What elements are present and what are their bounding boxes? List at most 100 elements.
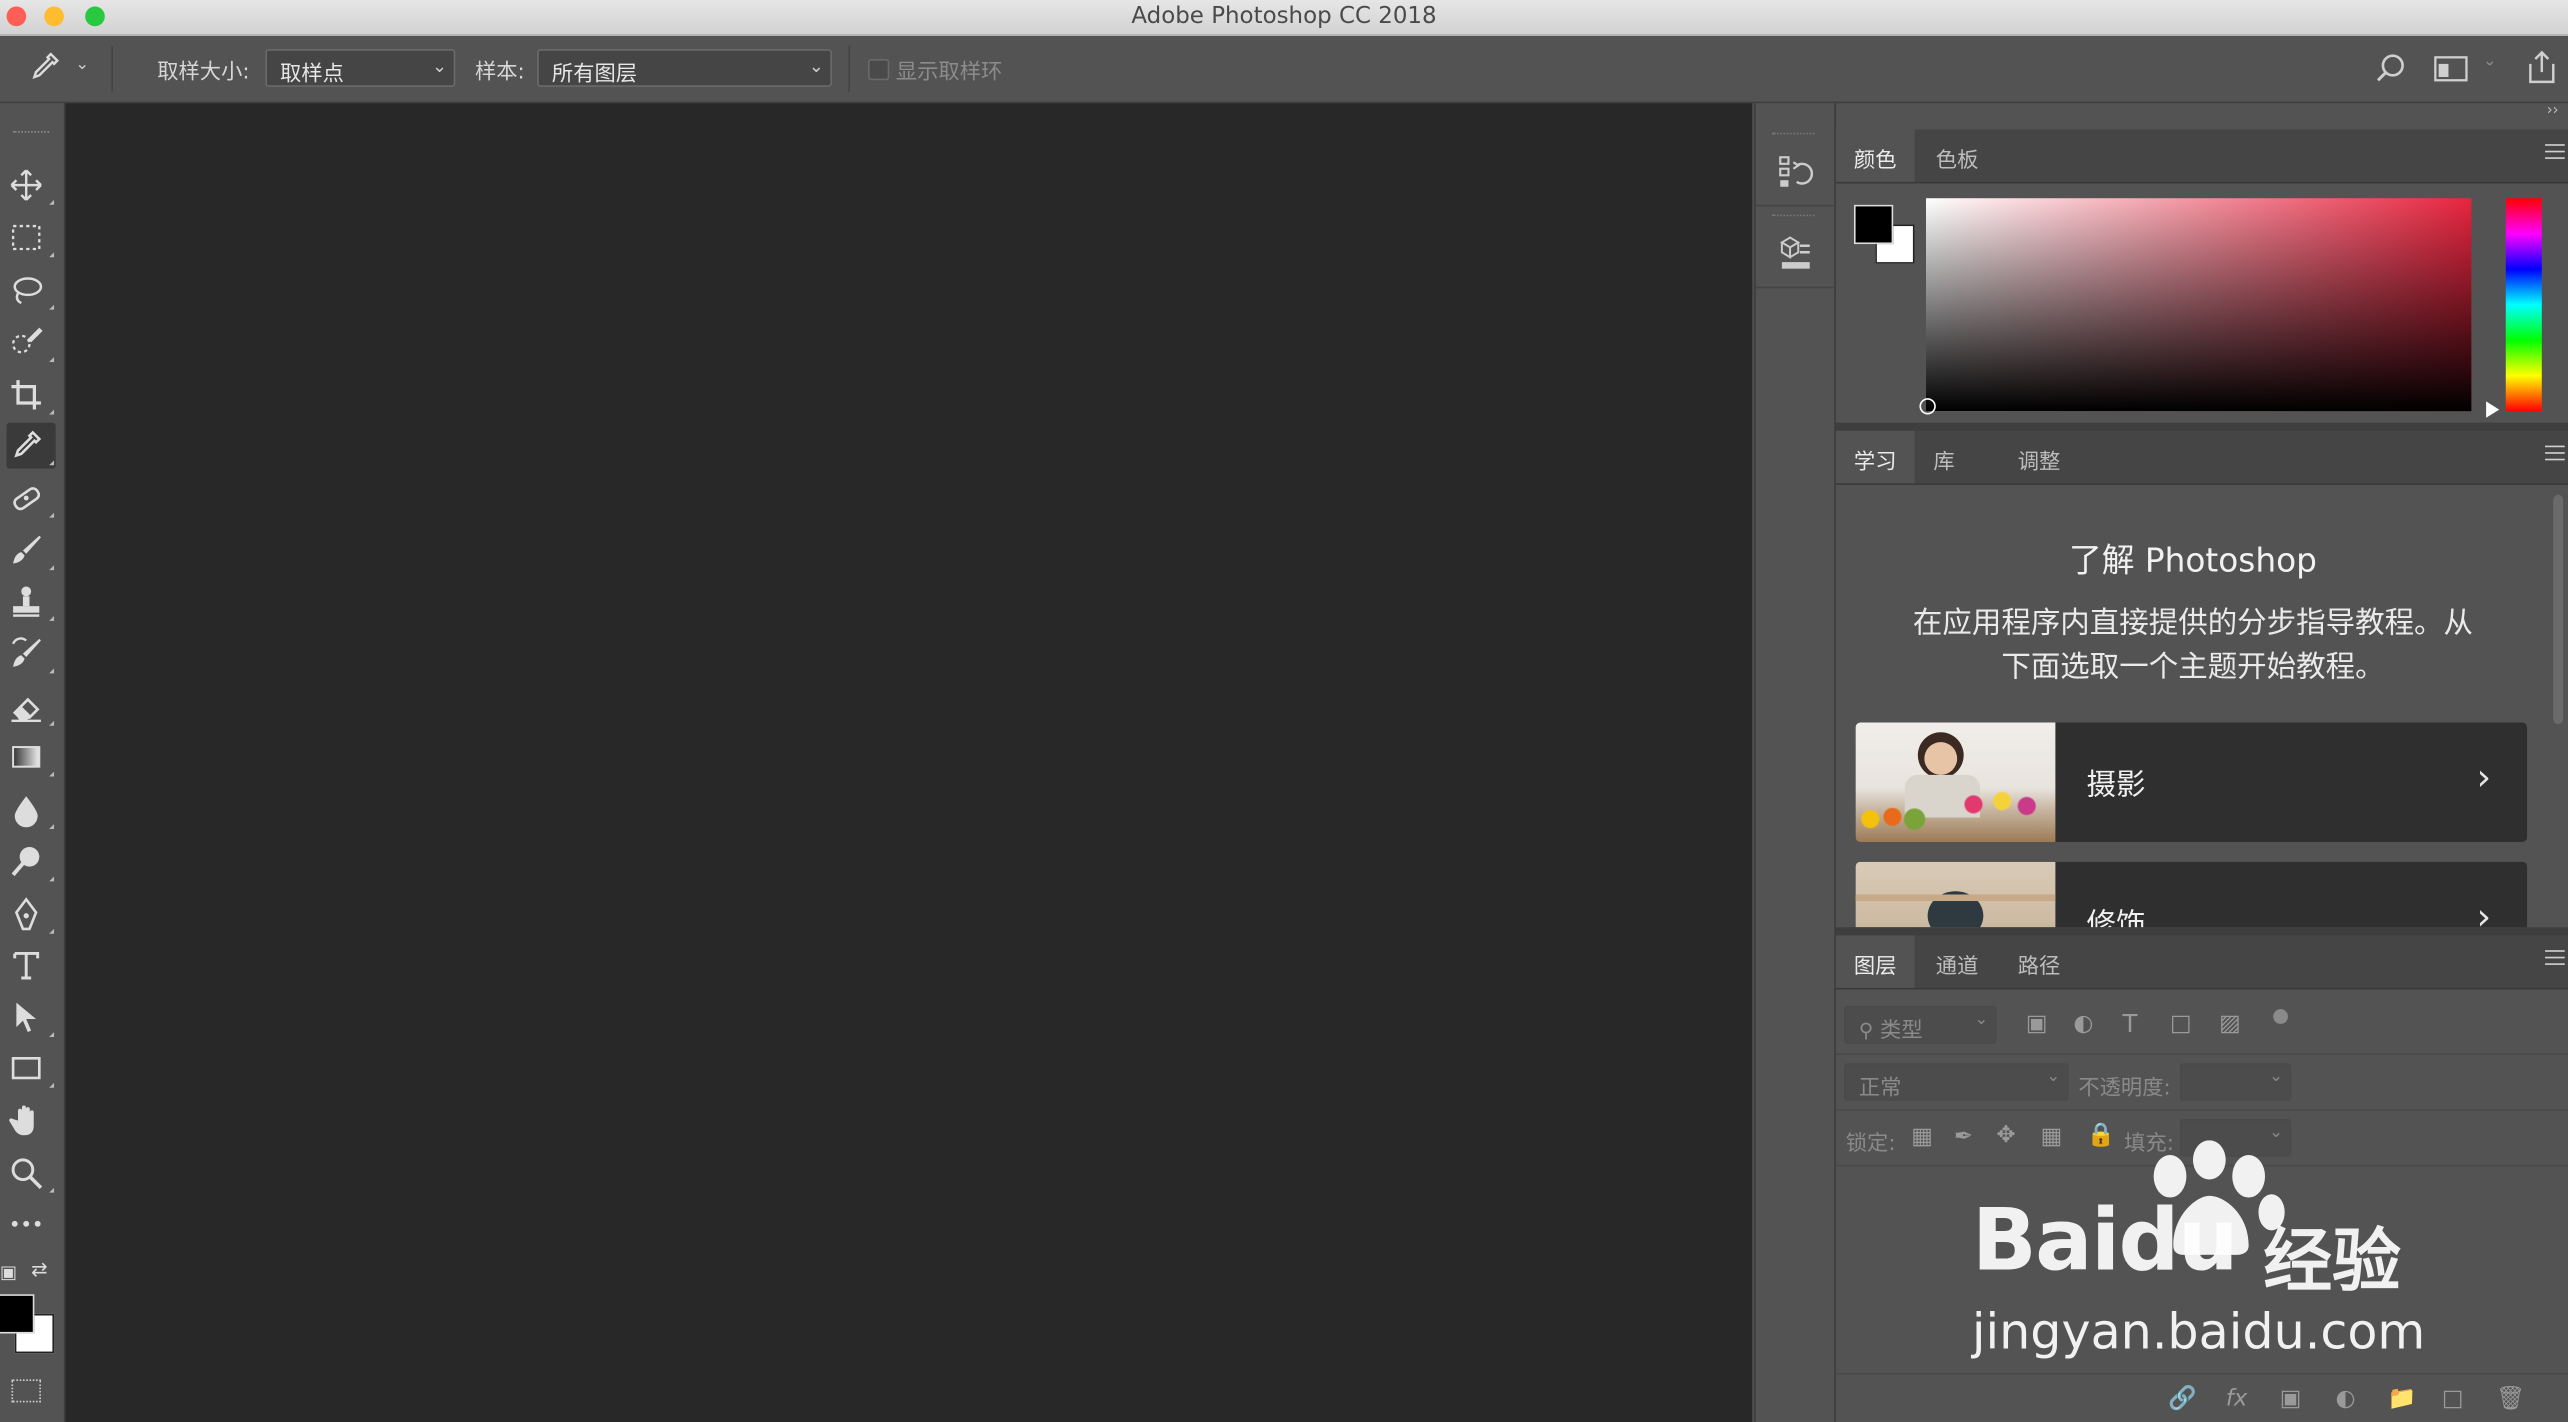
tab-swatches[interactable]: 色板 bbox=[1918, 129, 1997, 181]
type-tool[interactable] bbox=[7, 942, 56, 988]
adjustment-layer-filter-icon[interactable]: ◐ bbox=[2073, 1011, 2093, 1037]
tool-flyout-indicator bbox=[49, 720, 55, 726]
bandage-icon bbox=[13, 487, 41, 511]
panel-menu-icon[interactable] bbox=[2545, 445, 2565, 466]
eraser-tool[interactable] bbox=[7, 683, 56, 729]
tool-flyout-indicator bbox=[49, 1032, 55, 1038]
show-sampling-ring-checkbox[interactable] bbox=[868, 58, 890, 81]
workspace-icon[interactable] bbox=[2434, 54, 2470, 83]
eyedropper-tool[interactable] bbox=[6, 422, 56, 469]
collapse-panels-icon[interactable]: ›› bbox=[2547, 103, 2559, 119]
toolbar-foreground-swatch[interactable] bbox=[0, 1294, 35, 1334]
color-picker-field[interactable] bbox=[1926, 198, 2472, 412]
document-canvas-area[interactable] bbox=[65, 103, 1753, 1422]
tool-flyout-indicator bbox=[49, 615, 55, 621]
history-icon[interactable] bbox=[1775, 152, 1814, 191]
watermark-brand: Baidu bbox=[1971, 1192, 2239, 1291]
title-bar: Adobe Photoshop CC 2018 bbox=[0, 0, 2568, 37]
tool-flyout-indicator bbox=[49, 199, 55, 205]
pen-icon bbox=[14, 897, 38, 931]
history-brush-icon bbox=[12, 637, 41, 667]
dodge-tool[interactable] bbox=[7, 839, 56, 885]
blend-mode-value: 正常 bbox=[1858, 1076, 1902, 1101]
default-colors-icon[interactable]: ▣ bbox=[0, 1261, 17, 1282]
share-icon[interactable] bbox=[2525, 49, 2558, 85]
rectangle-tool[interactable] bbox=[7, 1045, 56, 1091]
chevron-down-icon[interactable]: ⌄ bbox=[2483, 52, 2497, 70]
layer-filter-label: 类型 bbox=[1880, 1018, 1923, 1044]
move-icon bbox=[10, 169, 42, 201]
panel-menu-icon[interactable] bbox=[2545, 950, 2565, 970]
panel-menu-icon[interactable] bbox=[2545, 144, 2565, 164]
new-layer-icon[interactable]: □ bbox=[2442, 1386, 2464, 1412]
type-icon bbox=[13, 951, 40, 980]
search-icon: ⚲ bbox=[1858, 1018, 1874, 1042]
show-sampling-ring-label: 显示取样环 bbox=[895, 60, 1003, 86]
learn-scrollbar[interactable] bbox=[2553, 494, 2564, 725]
shape-layer-filter-icon[interactable]: □ bbox=[2170, 1011, 2192, 1037]
swap-colors-icon[interactable]: ⇄ bbox=[31, 1258, 47, 1281]
panel-dock bbox=[1754, 103, 1836, 1422]
tab-paths[interactable]: 路径 bbox=[2000, 935, 2079, 987]
zoom-tool[interactable] bbox=[7, 1150, 56, 1196]
clone-stamp-tool[interactable] bbox=[7, 578, 56, 624]
sample-select[interactable]: 所有图层 ⌄ bbox=[537, 49, 832, 87]
layer-filter-select[interactable]: ⚲ 类型 ⌄ bbox=[1844, 1005, 1997, 1044]
tools-panel bbox=[0, 103, 66, 1422]
pixel-layer-filter-icon[interactable]: ▣ bbox=[2026, 1011, 2048, 1037]
tab-channels[interactable]: 通道 bbox=[1918, 935, 1997, 987]
brush-icon bbox=[13, 535, 41, 564]
sample-size-select[interactable]: 取样点 ⌄ bbox=[265, 49, 456, 87]
gradient-tool[interactable] bbox=[7, 734, 56, 780]
lasso-tool[interactable] bbox=[7, 267, 56, 313]
pen-tool[interactable] bbox=[7, 891, 56, 937]
tab-learn[interactable]: 学习 bbox=[1835, 430, 1915, 484]
marquee-tool[interactable] bbox=[7, 215, 56, 261]
tab-color[interactable]: 颜色 bbox=[1835, 129, 1915, 182]
properties-icon[interactable] bbox=[1775, 234, 1814, 273]
blur-tool[interactable] bbox=[7, 786, 56, 832]
layer-mask-icon[interactable]: ▣ bbox=[2280, 1386, 2302, 1412]
learn-panel-header: 学习 库 调整 bbox=[1835, 430, 2568, 485]
tab-layers[interactable]: 图层 bbox=[1835, 935, 1915, 988]
delete-layer-icon[interactable]: 🗑 bbox=[2496, 1386, 2525, 1412]
lock-transparent-icon[interactable]: ▦ bbox=[1911, 1124, 1933, 1150]
filter-toggle-icon[interactable] bbox=[2273, 1009, 2288, 1024]
tool-flyout-indicator bbox=[49, 876, 55, 882]
hue-slider[interactable] bbox=[2505, 198, 2542, 412]
tab-libraries[interactable]: 库 bbox=[1915, 431, 1974, 483]
history-brush-tool[interactable] bbox=[7, 631, 56, 677]
smart-object-filter-icon[interactable]: ▨ bbox=[2219, 1011, 2241, 1037]
tutorial-card-photography[interactable]: 摄影 › bbox=[1855, 722, 2528, 843]
path-select-tool[interactable] bbox=[7, 994, 56, 1040]
new-group-icon[interactable]: 📁 bbox=[2388, 1386, 2417, 1412]
move-tool[interactable] bbox=[7, 162, 56, 208]
sample-size-value: 取样点 bbox=[280, 62, 344, 87]
healing-brush-tool[interactable] bbox=[7, 475, 56, 521]
type-layer-filter-icon[interactable]: T bbox=[2123, 1009, 2138, 1038]
learn-title: 了解 Photoshop bbox=[2068, 540, 2317, 580]
blend-mode-select[interactable]: 正常 ⌄ bbox=[1844, 1063, 2069, 1101]
link-layers-icon[interactable]: 🔗 bbox=[2168, 1386, 2197, 1412]
opacity-input[interactable]: ⌄ bbox=[2179, 1063, 2292, 1101]
drop-icon bbox=[14, 796, 38, 828]
tab-adjustments[interactable]: 调整 bbox=[2000, 431, 2079, 483]
chevron-down-icon: ⌄ bbox=[1974, 1010, 1989, 1029]
tool-preset-picker[interactable]: ⌄ bbox=[26, 49, 98, 88]
lasso-icon bbox=[13, 277, 43, 305]
foreground-color-swatch[interactable] bbox=[1853, 204, 1894, 245]
layer-style-icon[interactable]: fx bbox=[2226, 1386, 2248, 1412]
hue-slider-handle[interactable] bbox=[2486, 401, 2500, 418]
quick-mask-icon[interactable] bbox=[11, 1379, 41, 1403]
hand-tool[interactable] bbox=[7, 1098, 56, 1144]
quick-select-tool[interactable] bbox=[7, 319, 56, 365]
search-icon[interactable] bbox=[2375, 52, 2408, 85]
tutorial-card-retouch[interactable]: 修饰 › bbox=[1855, 861, 2528, 928]
more-tools[interactable] bbox=[7, 1201, 56, 1247]
brush-tool[interactable] bbox=[7, 528, 56, 574]
tool-flyout-indicator bbox=[49, 1082, 55, 1088]
adjustment-layer-icon[interactable]: ◐ bbox=[2335, 1386, 2355, 1412]
crop-tool[interactable] bbox=[7, 372, 56, 418]
tool-flyout-indicator bbox=[49, 252, 55, 258]
layers-panel-header: 图层 通道 路径 bbox=[1835, 935, 2568, 990]
